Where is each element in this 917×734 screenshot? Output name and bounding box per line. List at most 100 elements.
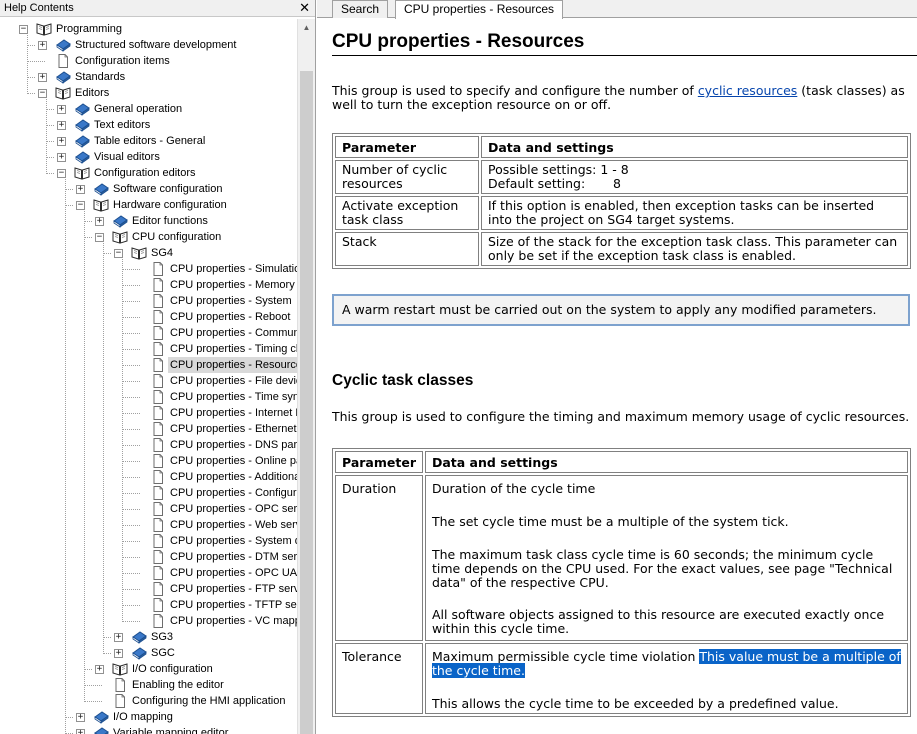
tree-item[interactable]: CPU properties - Web server [0, 517, 297, 533]
tree-item[interactable]: + Text editors [0, 117, 297, 133]
expand-icon[interactable]: + [38, 73, 47, 82]
parameter-cell: Activate exception task class [335, 196, 479, 230]
expand-icon[interactable]: + [114, 649, 123, 658]
tree-connector-line [122, 397, 140, 398]
tab-bar: Search CPU properties - Resources [317, 0, 917, 19]
tree-item[interactable]: CPU properties - Simulation [0, 261, 297, 277]
collapse-icon[interactable]: − [57, 169, 66, 178]
collapse-icon[interactable]: − [76, 201, 85, 210]
tree-item[interactable]: + Software configuration [0, 181, 297, 197]
collapse-icon[interactable]: − [38, 89, 47, 98]
tree-item[interactable]: − SG4 [0, 245, 297, 261]
tree-item[interactable]: − CPU configuration [0, 229, 297, 245]
book-closed-icon [74, 150, 90, 164]
book-open-icon [131, 246, 147, 260]
tree-connector-line [122, 541, 140, 542]
expand-icon[interactable]: + [95, 217, 104, 226]
tree-item[interactable]: CPU properties - Reboot [0, 309, 297, 325]
tree-item[interactable]: CPU properties - Configuration [0, 485, 297, 501]
tree-item[interactable]: + SGC [0, 645, 297, 661]
tree-connector-line [122, 333, 140, 334]
tree-item[interactable]: CPU properties - System diagn [0, 533, 297, 549]
tree-item[interactable]: CPU properties - Communicatio [0, 325, 297, 341]
tree-item[interactable]: + Table editors - General [0, 133, 297, 149]
expand-icon[interactable]: + [76, 185, 85, 194]
tree-item[interactable]: + Editor functions [0, 213, 297, 229]
expand-icon[interactable]: + [57, 121, 66, 130]
page-icon [150, 374, 166, 388]
tree-item[interactable]: + SG3 [0, 629, 297, 645]
tree-item[interactable]: CPU properties - OPC UA serv [0, 565, 297, 581]
tree-item[interactable]: CPU properties - VC mapping [0, 613, 297, 629]
expand-icon[interactable]: + [57, 105, 66, 114]
tree-item[interactable]: + Variable mapping editor [0, 725, 297, 734]
tree-item[interactable]: Enabling the editor [0, 677, 297, 693]
tree-item-label: Configuring the HMI application [132, 695, 286, 707]
tree-item[interactable]: CPU properties - Additional har [0, 469, 297, 485]
expand-icon[interactable]: + [57, 137, 66, 146]
tree-item[interactable]: − Programming [0, 21, 297, 37]
book-closed-icon [131, 646, 147, 660]
tree-item[interactable]: + I/O mapping [0, 709, 297, 725]
tree-item[interactable]: + Structured software development [0, 37, 297, 53]
expand-icon[interactable]: + [76, 713, 85, 722]
collapse-icon[interactable]: − [19, 25, 28, 34]
tree-item[interactable]: CPU properties - TFTP server [0, 597, 297, 613]
tree-scrollbar[interactable]: ▲ [297, 19, 315, 734]
tree-item[interactable]: + I/O configuration [0, 661, 297, 677]
tree-item-label: CPU properties - Ethernet para [170, 423, 297, 435]
close-pane-button[interactable]: ✕ [299, 0, 310, 16]
tree-item[interactable]: CPU properties - DTM server [0, 549, 297, 565]
page-icon [112, 678, 128, 692]
tree-item[interactable]: CPU properties - Internet File S [0, 405, 297, 421]
book-closed-icon [74, 102, 90, 116]
tree-item-label: CPU properties - File devices [170, 375, 297, 387]
tree-item[interactable]: − Editors [0, 85, 297, 101]
tree-item-label: Programming [56, 23, 123, 35]
expand-icon[interactable]: + [57, 153, 66, 162]
tree-connector-line [46, 157, 54, 158]
duration-objects-text: All software objects assigned to this re… [431, 607, 885, 636]
page-icon [150, 406, 166, 420]
tree-item[interactable]: + Standards [0, 69, 297, 85]
tree-item[interactable]: CPU properties - Ethernet para [0, 421, 297, 437]
expand-icon[interactable]: + [38, 41, 47, 50]
expand-icon[interactable]: + [95, 665, 104, 674]
tree-item[interactable]: − Configuration editors [0, 165, 297, 181]
tree-item-label: SG4 [151, 247, 174, 259]
tree-item[interactable]: CPU properties - Time synchro [0, 389, 297, 405]
tree-item[interactable]: CPU properties - DNS paramet [0, 437, 297, 453]
tree-item[interactable]: CPU properties - Resources [0, 357, 297, 373]
cyclic-resources-link[interactable]: cyclic resources [698, 83, 798, 98]
tree-item[interactable]: + Visual editors [0, 149, 297, 165]
scroll-up-arrow-icon[interactable]: ▲ [298, 19, 315, 36]
tree-connector-line [122, 525, 140, 526]
scrollbar-thumb[interactable] [300, 71, 313, 734]
book-open-icon [74, 166, 90, 180]
expand-icon[interactable]: + [114, 633, 123, 642]
book-closed-icon [93, 710, 109, 724]
tree-item[interactable]: CPU properties - Memory [0, 277, 297, 293]
help-article: CPU properties - Resources This group is… [332, 19, 917, 717]
tab-cpu-properties-resources[interactable]: CPU properties - Resources [395, 0, 564, 19]
collapse-icon[interactable]: − [95, 233, 104, 242]
tree-connector-line [46, 173, 54, 174]
page-icon [150, 358, 166, 372]
tree-item[interactable]: Configuration items [0, 53, 297, 69]
tree-item[interactable]: CPU properties - System [0, 293, 297, 309]
page-icon [150, 454, 166, 468]
page-icon [150, 566, 166, 580]
tree-item[interactable]: Configuring the HMI application [0, 693, 297, 709]
collapse-icon[interactable]: − [114, 249, 123, 258]
tree-connector-line [65, 189, 73, 190]
tree-item[interactable]: CPU properties - File devices [0, 373, 297, 389]
tab-search[interactable]: Search [332, 0, 389, 18]
expand-icon[interactable]: + [76, 729, 85, 734]
tree-item[interactable]: CPU properties - OPC server [0, 501, 297, 517]
tree-item[interactable]: CPU properties - Timing chara [0, 341, 297, 357]
tree-item[interactable]: − Hardware configuration [0, 197, 297, 213]
tree-item[interactable]: + General operation [0, 101, 297, 117]
tree-item[interactable]: CPU properties - FTP server [0, 581, 297, 597]
tree-item[interactable]: CPU properties - Online param [0, 453, 297, 469]
tree-item-label: Text editors [94, 119, 151, 131]
